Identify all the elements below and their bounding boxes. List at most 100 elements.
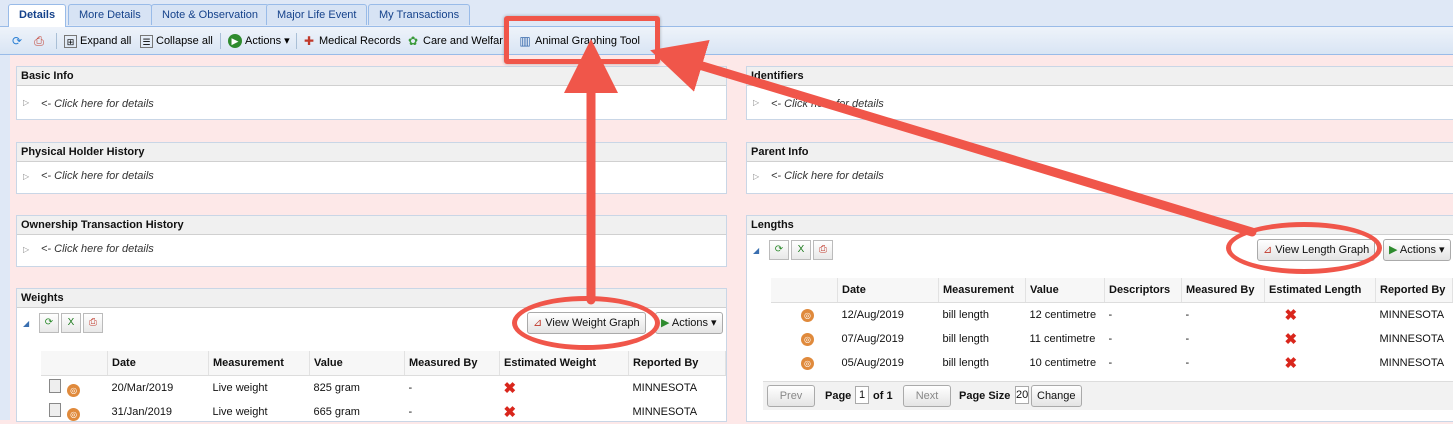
- collapse-all-button[interactable]: ☰ Collapse all: [140, 32, 213, 50]
- tab-major-life-event[interactable]: Major Life Event: [266, 4, 368, 25]
- organization-icon[interactable]: ◎: [67, 408, 81, 421]
- length-reported-by: MINNESOTA: [1379, 357, 1445, 369]
- organization-icon[interactable]: ◎: [67, 384, 81, 397]
- lengths-col-estimated-length[interactable]: Estimated Length: [1264, 278, 1376, 303]
- care-icon: ✿: [407, 34, 419, 49]
- lengths-pager: Prev Page 1 of 1 Next Page Size 20 Chang…: [763, 381, 1453, 410]
- page-number-input[interactable]: 1: [855, 386, 869, 404]
- tab-note-observation[interactable]: Note & Observation: [151, 4, 269, 25]
- toolbar-divider: [220, 33, 221, 49]
- weights-header-row: Date Measurement Value Measured By Estim…: [41, 351, 726, 376]
- page-size-input[interactable]: 20: [1015, 386, 1029, 404]
- length-measurement: bill length: [942, 357, 989, 369]
- weights-col-date[interactable]: Date: [107, 351, 209, 376]
- pdf-icon[interactable]: ⎙: [813, 240, 833, 260]
- weights-col-value[interactable]: Value: [309, 351, 405, 376]
- clipboard-icon[interactable]: [49, 379, 61, 393]
- expand-triangle-icon[interactable]: ▷: [753, 98, 759, 107]
- identifiers-click-hint[interactable]: <- Click here for details: [771, 98, 884, 110]
- lengths-col-date[interactable]: Date: [837, 278, 939, 303]
- expand-triangle-icon[interactable]: ▷: [23, 98, 29, 107]
- medical-icon: ✚: [303, 34, 315, 49]
- physical-holder-click-hint[interactable]: <- Click here for details: [41, 170, 154, 182]
- organization-icon[interactable]: ◎: [801, 308, 814, 322]
- length-reported-by: MINNESOTA: [1379, 333, 1445, 345]
- physical-holder-history-panel: Physical Holder History ▷ <- Click here …: [16, 142, 727, 194]
- care-welfare-label: Care and Welfar: [423, 35, 503, 47]
- weights-actions-button[interactable]: ▶ Actions ▾: [655, 312, 723, 334]
- ownership-click-hint[interactable]: <- Click here for details: [41, 243, 154, 255]
- lengths-col-descriptors[interactable]: Descriptors: [1104, 278, 1182, 303]
- table-row[interactable]: ◎ 20/Mar/2019 Live weight 825 gram - ✖ M…: [41, 376, 726, 401]
- pdf-icon[interactable]: ⎙: [32, 32, 49, 50]
- organization-icon[interactable]: ◎: [801, 332, 814, 346]
- lengths-col-measured-by[interactable]: Measured By: [1181, 278, 1265, 303]
- expand-triangle-icon[interactable]: ▷: [23, 172, 29, 181]
- go-arrow-icon: ▶: [1389, 244, 1398, 256]
- collapse-all-label: Collapse all: [156, 35, 213, 47]
- collapse-triangle-icon[interactable]: ◢: [23, 319, 29, 328]
- tab-more-details[interactable]: More Details: [68, 4, 152, 25]
- weight-date: 31/Jan/2019: [111, 406, 173, 418]
- length-measured-by: -: [1185, 333, 1190, 345]
- page-count: of 1: [873, 390, 893, 402]
- weight-reported-by: MINNESOTA: [632, 406, 698, 418]
- weights-col-reported-by[interactable]: Reported By: [628, 351, 726, 376]
- length-measurement: bill length: [942, 333, 989, 345]
- ownership-transaction-history-title: Ownership Transaction History: [17, 216, 726, 235]
- length-measured-by: -: [1185, 357, 1190, 369]
- organization-icon[interactable]: ◎: [801, 356, 814, 370]
- cross-icon: ✖: [503, 380, 517, 397]
- page-size-label: Page Size: [959, 390, 1011, 402]
- lengths-actions-button[interactable]: ▶ Actions ▾: [1383, 239, 1451, 261]
- basic-info-click-hint[interactable]: <- Click here for details: [41, 98, 154, 110]
- parent-info-click-hint[interactable]: <- Click here for details: [771, 170, 884, 182]
- prev-page-button[interactable]: Prev: [767, 385, 815, 407]
- table-row[interactable]: ◎ 31/Jan/2019 Live weight 665 gram - ✖ M…: [41, 400, 726, 424]
- identifiers-panel: Identifiers ▷ <- Click here for details: [746, 66, 1453, 120]
- next-page-button[interactable]: Next: [903, 385, 951, 407]
- medical-records-button[interactable]: ✚ Medical Records: [302, 32, 401, 50]
- lengths-col-reported-by[interactable]: Reported By: [1375, 278, 1453, 303]
- toolbar-divider: [296, 33, 297, 49]
- left-gutter: [0, 55, 10, 420]
- annotation-highlight-length-graph: [1226, 222, 1382, 274]
- collapse-triangle-icon[interactable]: ◢: [753, 246, 759, 255]
- actions-menu-button[interactable]: ▶ Actions ▾: [228, 32, 290, 50]
- pdf-icon[interactable]: ⎙: [83, 313, 103, 333]
- expand-triangle-icon[interactable]: ▷: [753, 172, 759, 181]
- weight-measurement: Live weight: [212, 406, 268, 418]
- length-reported-by: MINNESOTA: [1379, 309, 1445, 321]
- care-welfare-button[interactable]: ✿ Care and Welfar: [406, 32, 503, 50]
- lengths-col-measurement[interactable]: Measurement: [938, 278, 1026, 303]
- weights-col-measurement[interactable]: Measurement: [208, 351, 310, 376]
- medical-records-label: Medical Records: [319, 35, 401, 47]
- toolbar: ⟳ ⎙ ⊞ Expand all ☰ Collapse all ▶ Actions ▾…: [0, 27, 1453, 55]
- table-row[interactable]: ◎ 07/Aug/2019 bill length 11 centimetre …: [771, 327, 1453, 351]
- weights-col-measured-by[interactable]: Measured By: [404, 351, 500, 376]
- tab-my-transactions[interactable]: My Transactions: [368, 4, 471, 25]
- weight-measured-by: -: [408, 382, 413, 394]
- expand-all-button[interactable]: ⊞ Expand all: [64, 32, 131, 50]
- refresh-icon[interactable]: ⟳: [769, 240, 789, 260]
- refresh-icon[interactable]: ⟳: [39, 313, 59, 333]
- weight-measured-by: -: [408, 406, 413, 418]
- clipboard-icon[interactable]: [49, 403, 61, 417]
- toolbar-divider: [56, 33, 57, 49]
- expand-triangle-icon[interactable]: ▷: [23, 245, 29, 254]
- parent-info-title: Parent Info: [747, 143, 1453, 162]
- tab-details[interactable]: Details: [8, 4, 67, 27]
- tab-bar: Details More Details Note & Observation …: [0, 0, 1453, 27]
- weights-col-estimated-weight[interactable]: Estimated Weight: [499, 351, 629, 376]
- cross-icon: ✖: [1284, 307, 1298, 324]
- lengths-col-value[interactable]: Value: [1025, 278, 1105, 303]
- refresh-icon[interactable]: ⟳: [10, 32, 27, 50]
- excel-icon[interactable]: X: [791, 240, 811, 260]
- lengths-actions-label: Actions: [1399, 244, 1436, 256]
- length-descriptors: -: [1108, 333, 1113, 345]
- table-row[interactable]: ◎ 05/Aug/2019 bill length 10 centimetre …: [771, 351, 1453, 375]
- cross-icon: ✖: [1284, 331, 1298, 348]
- table-row[interactable]: ◎ 12/Aug/2019 bill length 12 centimetre …: [771, 303, 1453, 328]
- excel-icon[interactable]: X: [61, 313, 81, 333]
- change-page-size-button[interactable]: Change: [1031, 385, 1082, 407]
